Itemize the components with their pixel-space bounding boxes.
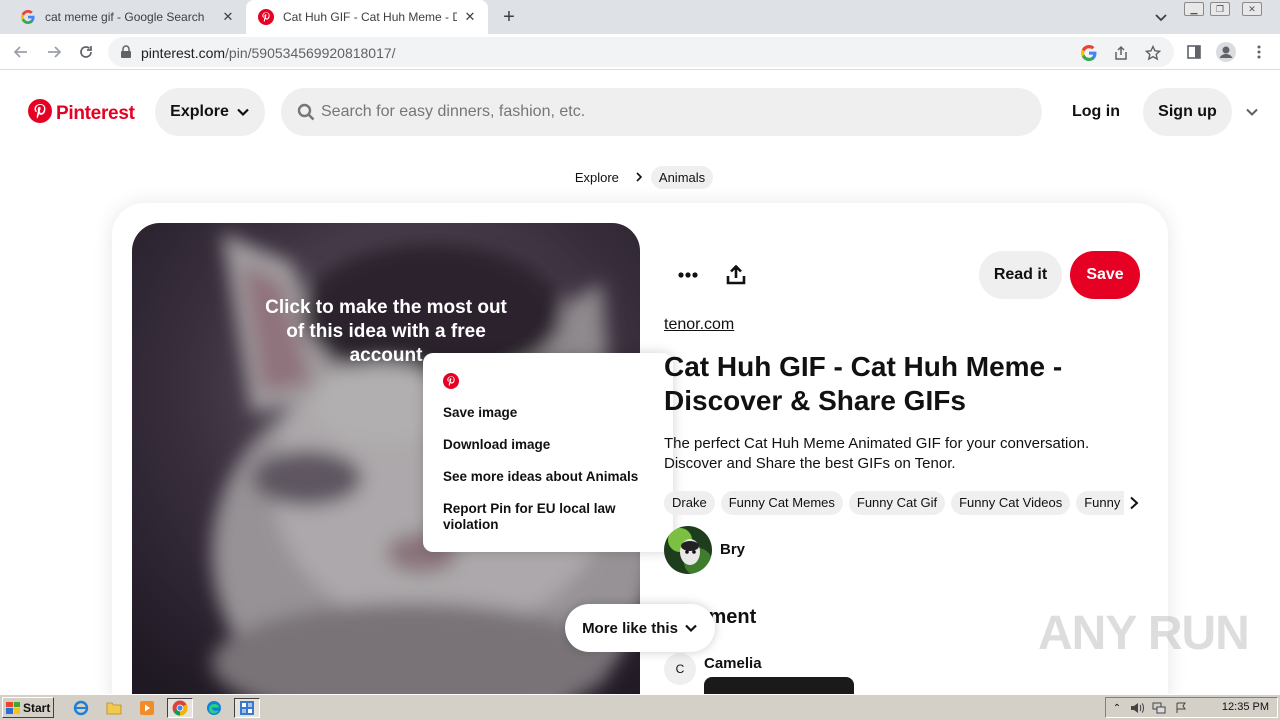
share-icon[interactable] bbox=[1112, 44, 1130, 62]
read-it-button[interactable]: Read it bbox=[979, 251, 1062, 299]
commenter-avatar[interactable]: C bbox=[664, 653, 696, 685]
search-icon bbox=[297, 103, 315, 126]
breadcrumb: Explore Animals bbox=[0, 165, 1280, 189]
pinterest-icon bbox=[258, 9, 274, 25]
flag-icon[interactable] bbox=[1174, 701, 1188, 715]
commenter-name[interactable]: Camelia bbox=[704, 655, 762, 672]
tag-pill[interactable]: Funny Cat Memes bbox=[720, 491, 843, 515]
bookmark-star-icon[interactable] bbox=[1144, 44, 1162, 62]
more-like-this-label: More like this bbox=[582, 619, 678, 637]
share-icon[interactable] bbox=[714, 253, 758, 297]
reload-icon[interactable] bbox=[75, 41, 97, 63]
search-bar bbox=[281, 88, 1042, 136]
restore-icon[interactable]: ❐ bbox=[1210, 2, 1230, 16]
network-icon[interactable] bbox=[1152, 701, 1166, 715]
start-button[interactable]: Start bbox=[2, 697, 54, 718]
signup-button[interactable]: Sign up bbox=[1143, 88, 1232, 136]
close-icon[interactable]: ✕ bbox=[220, 9, 236, 25]
chevron-down-icon bbox=[685, 624, 697, 633]
comment-image[interactable] bbox=[704, 677, 854, 694]
pin-description: The perfect Cat Huh Meme Animated GIF fo… bbox=[664, 435, 1090, 472]
address-bar[interactable]: pinterest.com/pin/590534569920818017/ bbox=[108, 37, 1174, 67]
tab-title: Cat Huh GIF - Cat Huh Meme - Disco bbox=[283, 10, 457, 24]
save-button[interactable]: Save bbox=[1070, 251, 1140, 299]
avatar[interactable] bbox=[664, 526, 712, 574]
kebab-menu-icon[interactable] bbox=[1248, 41, 1270, 63]
url-host: pinterest.com bbox=[141, 45, 226, 61]
app-window-icon[interactable] bbox=[234, 698, 260, 718]
tag-list: Drake Funny Cat Memes Funny Cat Gif Funny C… bbox=[664, 491, 1124, 515]
more-options-icon[interactable] bbox=[666, 253, 710, 297]
minimize-icon[interactable]: ▁ bbox=[1184, 2, 1204, 16]
close-icon[interactable]: ✕ bbox=[462, 9, 478, 25]
url-path: /pin/590534569920818017/ bbox=[225, 45, 396, 61]
google-icon bbox=[20, 9, 36, 25]
logo-text: Pinterest bbox=[56, 102, 135, 124]
google-translate-icon[interactable] bbox=[1080, 44, 1098, 62]
tag-pill[interactable]: Drake bbox=[664, 491, 715, 515]
system-tray: ⌃ 12:35 PM bbox=[1105, 697, 1278, 718]
start-label: Start bbox=[23, 700, 51, 715]
chevron-down-icon[interactable] bbox=[1152, 8, 1170, 26]
tag-pill[interactable]: Funny Cat Pictures bbox=[1076, 491, 1124, 515]
new-tab-button[interactable]: + bbox=[498, 7, 520, 29]
browser-tab-google[interactable]: cat meme gif - Google Search ✕ bbox=[0, 0, 246, 34]
clock: 12:35 PM bbox=[1221, 701, 1269, 713]
more-like-this-button[interactable]: More like this bbox=[565, 604, 715, 652]
breadcrumb-animals[interactable]: Animals bbox=[650, 165, 714, 189]
login-button[interactable]: Log in bbox=[1058, 88, 1134, 136]
browser-tabstrip: cat meme gif - Google Search ✕ Cat Huh G… bbox=[0, 0, 1280, 34]
window-close-icon[interactable]: ✕ bbox=[1242, 2, 1262, 16]
breadcrumb-explore[interactable]: Explore bbox=[567, 166, 627, 189]
chevron-right-icon[interactable] bbox=[1124, 493, 1144, 513]
pinterest-icon bbox=[443, 373, 459, 394]
tag-pill[interactable]: Funny Cat Videos bbox=[951, 491, 1071, 515]
chevron-right-icon bbox=[635, 172, 643, 182]
menu-item-see-more-ideas[interactable]: See more ideas about Animals bbox=[443, 469, 658, 485]
pin-title: Cat Huh GIF - Cat Huh Meme - Discover & … bbox=[664, 351, 1063, 416]
internet-explorer-icon[interactable] bbox=[68, 698, 94, 718]
tag-pill[interactable]: Funny Cat Gif bbox=[848, 491, 946, 515]
back-icon[interactable] bbox=[10, 41, 32, 63]
side-panel-icon[interactable] bbox=[1183, 41, 1205, 63]
watermark: ANY RUN bbox=[1038, 607, 1250, 660]
folder-icon[interactable] bbox=[101, 698, 127, 718]
browser-tab-pinterest[interactable]: Cat Huh GIF - Cat Huh Meme - Disco ✕ bbox=[246, 0, 488, 34]
edge-icon[interactable] bbox=[201, 698, 227, 718]
tab-title: cat meme gif - Google Search bbox=[45, 10, 205, 24]
source-link[interactable]: tenor.com bbox=[664, 316, 734, 334]
lock-icon bbox=[120, 45, 132, 64]
forward-icon[interactable] bbox=[43, 41, 65, 63]
media-player-icon[interactable] bbox=[134, 698, 160, 718]
url-text: pinterest.com/pin/590534569920818017/ bbox=[141, 45, 396, 61]
chrome-icon[interactable] bbox=[167, 698, 193, 718]
chevron-down-icon bbox=[237, 108, 249, 117]
menu-item-save-image[interactable]: Save image bbox=[443, 405, 658, 421]
windows-taskbar: Start ⌃ 12:35 PM bbox=[0, 694, 1280, 720]
author-name[interactable]: Bry bbox=[720, 541, 745, 558]
windows-flag-icon bbox=[6, 701, 20, 714]
explore-label: Explore bbox=[170, 103, 229, 120]
pinterest-logo[interactable]: Pinterest bbox=[28, 99, 135, 128]
search-input[interactable] bbox=[321, 88, 1021, 136]
volume-icon[interactable] bbox=[1130, 701, 1144, 715]
pin-context-menu: Save image Download image See more ideas… bbox=[423, 353, 673, 552]
profile-icon[interactable] bbox=[1215, 41, 1237, 63]
menu-item-report-pin[interactable]: Report Pin for EU local law violation bbox=[443, 501, 658, 533]
menu-item-download-image[interactable]: Download image bbox=[443, 437, 658, 453]
pinterest-icon bbox=[28, 99, 52, 128]
chevron-up-icon[interactable]: ⌃ bbox=[1110, 701, 1124, 715]
explore-button[interactable]: Explore bbox=[155, 88, 265, 136]
chevron-down-icon[interactable] bbox=[1241, 101, 1263, 123]
browser-toolbar: pinterest.com/pin/590534569920818017/ bbox=[0, 34, 1280, 70]
